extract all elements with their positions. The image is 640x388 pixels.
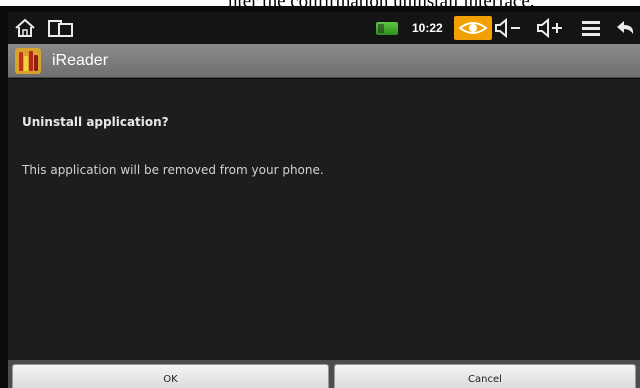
- volume-down-icon[interactable]: [490, 17, 528, 39]
- bookshelf-icon: [15, 48, 41, 74]
- title-bar: iReader: [8, 44, 640, 78]
- eye-button[interactable]: [454, 16, 492, 40]
- clock-time: 10:22: [412, 21, 443, 35]
- dialog-content: Uninstall application? This application …: [8, 79, 640, 360]
- menu-icon[interactable]: [578, 17, 604, 39]
- device-screen: 10:22 iReader Uninstall application? Thi…: [0, 6, 640, 388]
- volume-up-icon[interactable]: [532, 17, 570, 39]
- battery-icon: [376, 22, 398, 35]
- ok-button[interactable]: OK: [12, 364, 329, 388]
- dialog-message: This application will be removed from yo…: [22, 163, 324, 177]
- cancel-button[interactable]: Cancel: [334, 364, 636, 388]
- app-title: iReader: [52, 52, 109, 69]
- back-icon[interactable]: [612, 17, 638, 39]
- home-icon[interactable]: [12, 17, 38, 39]
- button-bar: OK Cancel: [8, 360, 640, 388]
- dual-pane-icon[interactable]: [46, 17, 76, 39]
- status-bar: 10:22: [8, 12, 640, 44]
- dialog-heading: Uninstall application?: [22, 115, 169, 129]
